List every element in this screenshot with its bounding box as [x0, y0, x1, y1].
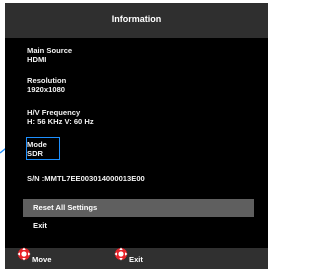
field-mode: Mode SDR [27, 140, 47, 158]
info-osd-panel: Information Main Source HDMI Resolution … [5, 3, 268, 269]
field-value: HDMI [27, 55, 47, 64]
menu-item-label: Exit [33, 221, 47, 230]
osd-title: Information [111, 14, 162, 24]
footer-move-label: Move [32, 255, 52, 264]
title-bar: Information [5, 3, 268, 38]
field-label: H/V Frequency [27, 108, 81, 117]
serial-number: S/N :MMTL7EE003014000013E00 [27, 174, 145, 183]
footer-exit-label: Exit [129, 255, 143, 264]
field-label: Main Source [27, 46, 73, 55]
field-value: H: 56 KHz V: 60 Hz [27, 117, 94, 126]
field-value: SDR [27, 149, 44, 158]
field-label: Mode [27, 140, 47, 149]
exit-button[interactable]: Exit [23, 217, 254, 235]
menu-item-label: Reset All Settings [33, 203, 98, 212]
reset-all-settings-button[interactable]: Reset All Settings [23, 199, 254, 217]
footer-bar: Move Exit [5, 247, 268, 269]
field-value: 1920x1080 [27, 85, 66, 94]
dpad-exit-icon [114, 247, 128, 261]
field-label: Resolution [27, 76, 67, 85]
field-resolution: Resolution 1920x1080 [27, 76, 66, 94]
dpad-move-icon [17, 247, 31, 261]
field-hv-frequency: H/V Frequency H: 56 KHz V: 60 Hz [27, 108, 94, 126]
field-main-source: Main Source HDMI [27, 46, 72, 64]
